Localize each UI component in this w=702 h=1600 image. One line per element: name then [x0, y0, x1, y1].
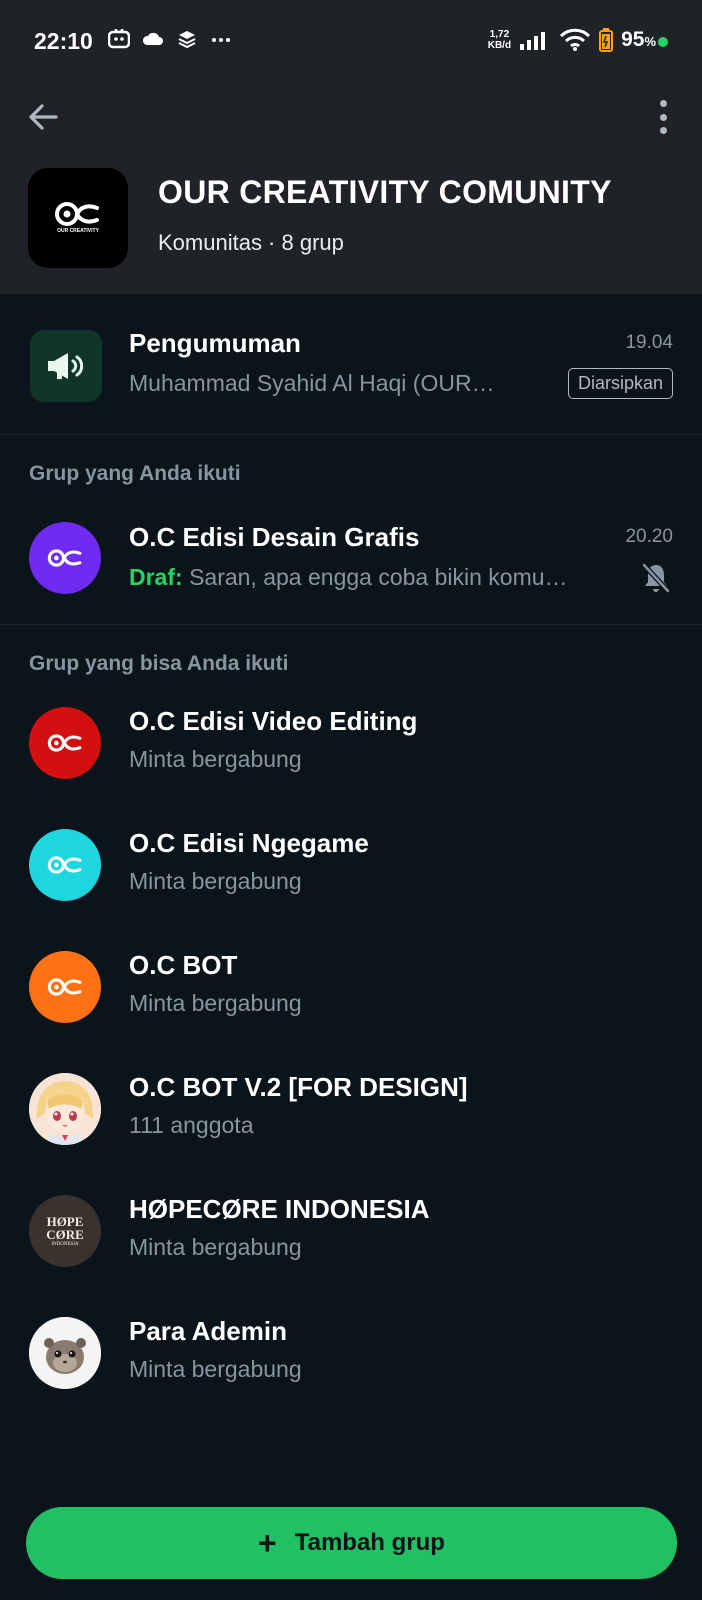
- draft-text: Saran, apa engga coba bikin komu…: [189, 564, 568, 590]
- add-group-button[interactable]: + Tambah grup: [26, 1507, 677, 1579]
- group-row[interactable]: O.C Edisi Ngegame Minta bergabung: [0, 812, 702, 934]
- back-arrow-icon[interactable]: [24, 98, 62, 136]
- group-name: Para Ademin: [129, 1316, 287, 1346]
- group-status: Minta bergabung: [129, 746, 302, 772]
- plus-icon: +: [258, 1525, 277, 1561]
- group-row[interactable]: O.C Edisi Desain Grafis 20.20 Draf: Sara…: [0, 500, 702, 624]
- announcement-avatar: [30, 330, 102, 402]
- community-header: OUR CREATIVITY OUR CREATIVITY COMUNITY K…: [0, 84, 702, 294]
- privacy-indicator-dot: [658, 37, 668, 47]
- avatar-text-1: HØPE: [46, 1213, 84, 1229]
- group-name: O.C Edisi Desain Grafis: [129, 522, 420, 552]
- group-name: O.C BOT V.2 [FOR DESIGN]: [129, 1072, 468, 1102]
- group-row[interactable]: O.C BOT Minta bergabung: [0, 934, 702, 1056]
- group-avatar: [29, 1317, 101, 1389]
- group-status: Minta bergabung: [129, 990, 302, 1016]
- oc-logo-icon: [47, 549, 82, 567]
- divider: [0, 624, 702, 625]
- group-avatar: [29, 1073, 101, 1145]
- group-avatar: HØPE CØRE INDONESIA: [29, 1195, 101, 1267]
- community-logo-text: OUR CREATIVITY: [57, 228, 99, 234]
- status-time: 22:10: [34, 28, 93, 54]
- battery-unit: %: [644, 34, 656, 49]
- group-status: Minta bergabung: [129, 1356, 302, 1382]
- more-options-icon[interactable]: [658, 100, 668, 134]
- archived-badge: Diarsipkan: [567, 368, 673, 399]
- community-subtitle[interactable]: Komunitas · 8 grup: [158, 230, 344, 256]
- cloud-icon: [142, 32, 163, 45]
- signal-icon: [520, 32, 546, 50]
- battery-value: 95: [621, 28, 645, 51]
- megaphone-icon: [48, 353, 84, 379]
- net-speed-value: 1,72: [489, 29, 510, 40]
- muted-bell-icon: [642, 563, 670, 593]
- group-name: HØPECØRE INDONESIA: [129, 1194, 430, 1224]
- system-status: 1,72 KB/d 95%: [488, 28, 656, 52]
- screen-record-icon: [108, 29, 130, 49]
- group-status: 111 anggota: [129, 1112, 254, 1138]
- oc-logo-icon: [47, 734, 82, 752]
- avatar-text-3: INDONESIA: [51, 1241, 79, 1247]
- announcement-title: Pengumuman: [129, 328, 301, 358]
- more-notifications-icon: [212, 38, 230, 42]
- group-status: Minta bergabung: [129, 868, 302, 894]
- section-label-available: Grup yang bisa Anda ikuti: [29, 652, 289, 675]
- anime-girl-avatar-icon: [29, 1073, 101, 1145]
- announcement-row[interactable]: Pengumuman 19.04 Muhammad Syahid Al Haqi…: [0, 294, 702, 434]
- group-row[interactable]: HØPE CØRE INDONESIA HØPECØRE INDONESIA M…: [0, 1178, 702, 1300]
- group-time: 20.20: [625, 526, 673, 547]
- announcement-last-message: Muhammad Syahid Al Haqi (OUR…: [129, 370, 495, 396]
- group-avatar: [29, 951, 101, 1023]
- group-row[interactable]: O.C BOT V.2 [FOR DESIGN] 111 anggota: [0, 1056, 702, 1178]
- group-last-message: Draf: Saran, apa engga coba bikin komu…: [129, 564, 568, 591]
- net-speed: 1,72 KB/d: [488, 29, 511, 51]
- group-row[interactable]: Para Ademin Minta bergabung: [0, 1300, 702, 1422]
- avatar-text-2: CØRE: [46, 1226, 84, 1242]
- net-speed-unit: KB/d: [487, 40, 512, 51]
- group-name: O.C Edisi Ngegame: [129, 828, 369, 858]
- community-avatar[interactable]: OUR CREATIVITY: [28, 168, 128, 268]
- battery-icon: [599, 28, 614, 52]
- group-avatar: [29, 707, 101, 779]
- oc-logo-icon: [47, 978, 82, 996]
- oc-logo-icon: [47, 856, 82, 874]
- oc-logo-icon: [55, 202, 99, 226]
- announcement-time: 19.04: [625, 332, 673, 353]
- section-label-joined: Grup yang Anda ikuti: [29, 462, 241, 485]
- group-name: O.C BOT: [129, 950, 238, 980]
- group-avatar: [29, 522, 101, 594]
- group-row[interactable]: O.C Edisi Video Editing Minta bergabung: [0, 690, 702, 812]
- add-group-label: Tambah grup: [294, 1529, 445, 1556]
- layers-icon: [178, 31, 196, 49]
- community-name: OUR CREATIVITY COMUNITY: [158, 174, 612, 210]
- wifi-icon: [560, 28, 591, 51]
- group-status: Minta bergabung: [129, 1234, 302, 1260]
- hamster-avatar-icon: [29, 1317, 101, 1389]
- status-bar: 22:10 1,72 KB/d 95%: [0, 0, 702, 84]
- group-avatar: [29, 829, 101, 901]
- divider: [0, 434, 702, 435]
- group-name: O.C Edisi Video Editing: [129, 706, 418, 736]
- battery-percentage: 95%: [621, 28, 656, 52]
- draft-label: Draf:: [129, 564, 183, 590]
- notification-icons: [108, 29, 232, 49]
